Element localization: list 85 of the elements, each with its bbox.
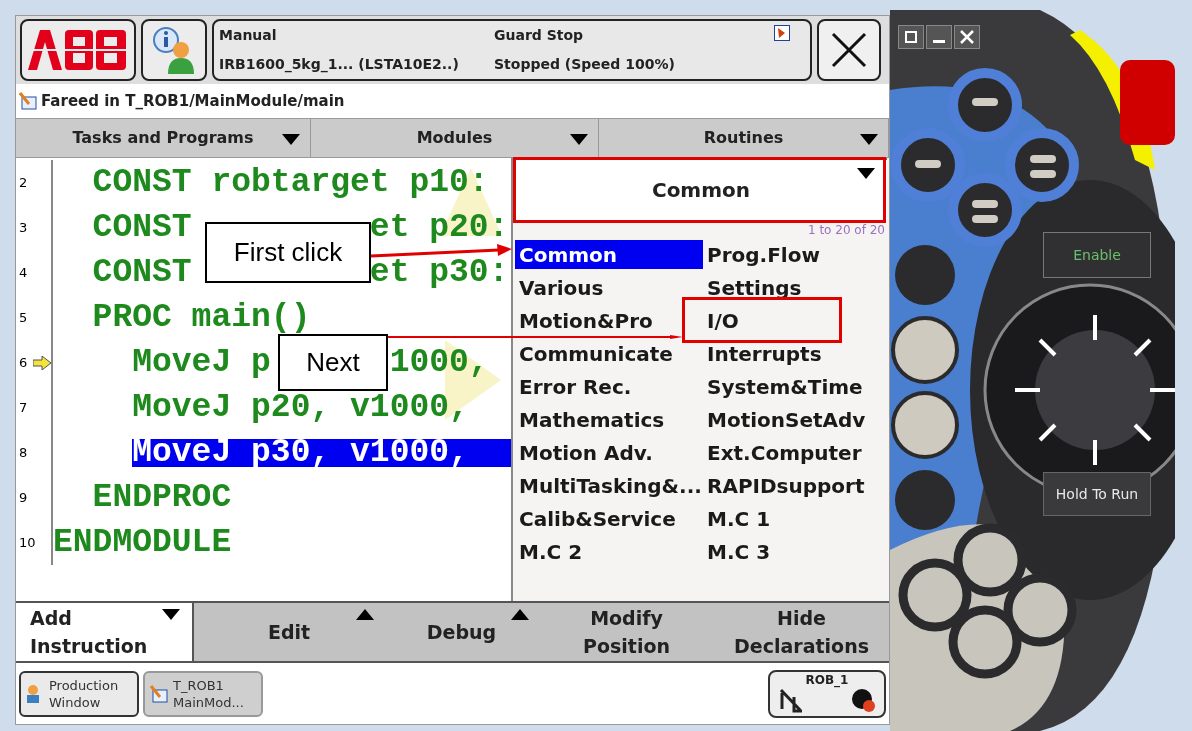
operating-mode: Manual — [219, 26, 278, 45]
line-number: 8 — [19, 443, 28, 462]
line-number: 4 — [19, 263, 28, 282]
category-item[interactable]: RAPIDsupport — [703, 471, 887, 500]
increment-icon — [778, 686, 804, 713]
category-item[interactable]: Ext.Computer — [703, 438, 887, 467]
line-number: 5 — [19, 308, 28, 327]
category-item[interactable]: M.C 3 — [703, 537, 887, 566]
code-line[interactable]: 1000, — [389, 348, 489, 377]
category-item[interactable]: Mathematics — [515, 405, 703, 434]
enable-button[interactable]: Enable — [1043, 232, 1151, 278]
status-icon — [774, 25, 790, 41]
run-state: Stopped (Speed 100%) — [494, 55, 676, 74]
category-item[interactable]: I/O — [703, 306, 887, 335]
command-menu-button[interactable]: Debug — [384, 603, 539, 661]
code-line[interactable]: ENDPROC — [53, 483, 232, 512]
category-item[interactable]: Settings — [703, 273, 887, 302]
category-item[interactable]: MotionSetAdv — [703, 405, 887, 434]
status-panel[interactable]: Manual IRB1600_5kg_1... (LSTA10E2..) Guard Stop Stopped (Speed 100%) — [212, 19, 812, 81]
code-line[interactable]: CONST robtarget p10: — [53, 168, 489, 197]
caret-icon — [570, 134, 588, 145]
callout-label: Next — [278, 334, 388, 391]
safety-state: Guard Stop — [494, 26, 585, 45]
caret-icon — [162, 609, 180, 620]
logo[interactable] — [20, 19, 136, 81]
line-number: 7 — [19, 398, 28, 417]
close-icon — [831, 32, 867, 68]
program-path: Fareed in T_ROB1/MainModule/main — [41, 90, 345, 112]
code-line[interactable]: et p20: — [369, 213, 509, 242]
code-line[interactable]: CONST — [53, 258, 192, 287]
dropdown-tab[interactable]: Modules — [311, 119, 599, 157]
line-number: 6 — [19, 353, 28, 372]
robot-status-icon — [850, 686, 876, 713]
hold-to-run-button[interactable]: Hold To Run — [1043, 472, 1151, 516]
category-dropdown[interactable]: Common — [515, 158, 887, 220]
category-item[interactable]: Calib&Service — [515, 504, 703, 533]
dropdown-tab[interactable]: Tasks and Programs — [16, 119, 311, 157]
category-item[interactable]: Common — [515, 240, 703, 269]
caret-icon — [511, 609, 529, 620]
minimize-icon[interactable] — [926, 25, 952, 49]
code-line[interactable]: PROC main() — [53, 303, 311, 332]
line-number: 9 — [19, 488, 28, 507]
code-line[interactable]: ENDMODULE — [53, 528, 232, 557]
line-number: 10 — [19, 533, 36, 552]
category-item[interactable]: MultiTasking&... — [515, 471, 703, 500]
category-item[interactable]: Interrupts — [703, 339, 887, 368]
command-menu-button[interactable]: Hide Declarations — [714, 603, 889, 661]
category-item[interactable]: M.C 2 — [515, 537, 703, 566]
system-name: IRB1600_5kg_1... (LSTA10E2..) — [219, 55, 460, 75]
caret-icon — [282, 134, 300, 145]
quickset-button[interactable]: ROB_1 — [768, 669, 886, 718]
category-item[interactable]: Error Rec. — [515, 372, 703, 401]
category-item[interactable]: Motion&Pro — [515, 306, 703, 335]
code-line[interactable]: MoveJ p20, v1000, — [53, 393, 469, 422]
task-window-button[interactable]: T_ROB1 MainMod... — [143, 670, 263, 717]
category-item[interactable]: Motion Adv. — [515, 438, 703, 467]
task-window-button[interactable]: Production Window — [19, 670, 139, 717]
dropdown-tab[interactable]: Routines — [599, 119, 889, 157]
line-number: 3 — [19, 218, 28, 237]
line-number: 2 — [19, 173, 28, 192]
category-item[interactable]: Communicate — [515, 339, 703, 368]
command-menu-button[interactable]: Edit — [194, 603, 384, 661]
code-line[interactable]: MoveJ p — [53, 348, 271, 377]
info-button[interactable] — [141, 19, 207, 81]
caret-icon — [857, 168, 875, 179]
program-editor-icon — [19, 92, 37, 110]
category-item[interactable]: M.C 1 — [703, 504, 887, 533]
code-line[interactable]: et p30: — [369, 258, 509, 287]
code-line[interactable]: CONST — [53, 213, 192, 242]
category-item[interactable]: System&Time — [703, 372, 887, 401]
logo-icon — [28, 30, 128, 70]
command-menu-button[interactable]: Modify Position — [539, 603, 714, 661]
item-count: 1 to 20 of 20 — [807, 222, 885, 239]
caret-icon — [860, 134, 878, 145]
caret-icon — [356, 609, 374, 620]
program-pointer-icon — [33, 355, 51, 370]
category-item[interactable]: Prog.Flow — [703, 240, 887, 269]
user-info-icon — [152, 26, 196, 74]
program-editor-icon — [149, 683, 169, 704]
restore-icon[interactable] — [898, 25, 924, 49]
callout-label: First click — [205, 222, 371, 283]
category-item[interactable]: Various — [515, 273, 703, 302]
command-menu-button[interactable]: Add Instruction — [16, 603, 194, 661]
close-icon[interactable] — [954, 25, 980, 49]
close-button[interactable] — [817, 19, 881, 81]
